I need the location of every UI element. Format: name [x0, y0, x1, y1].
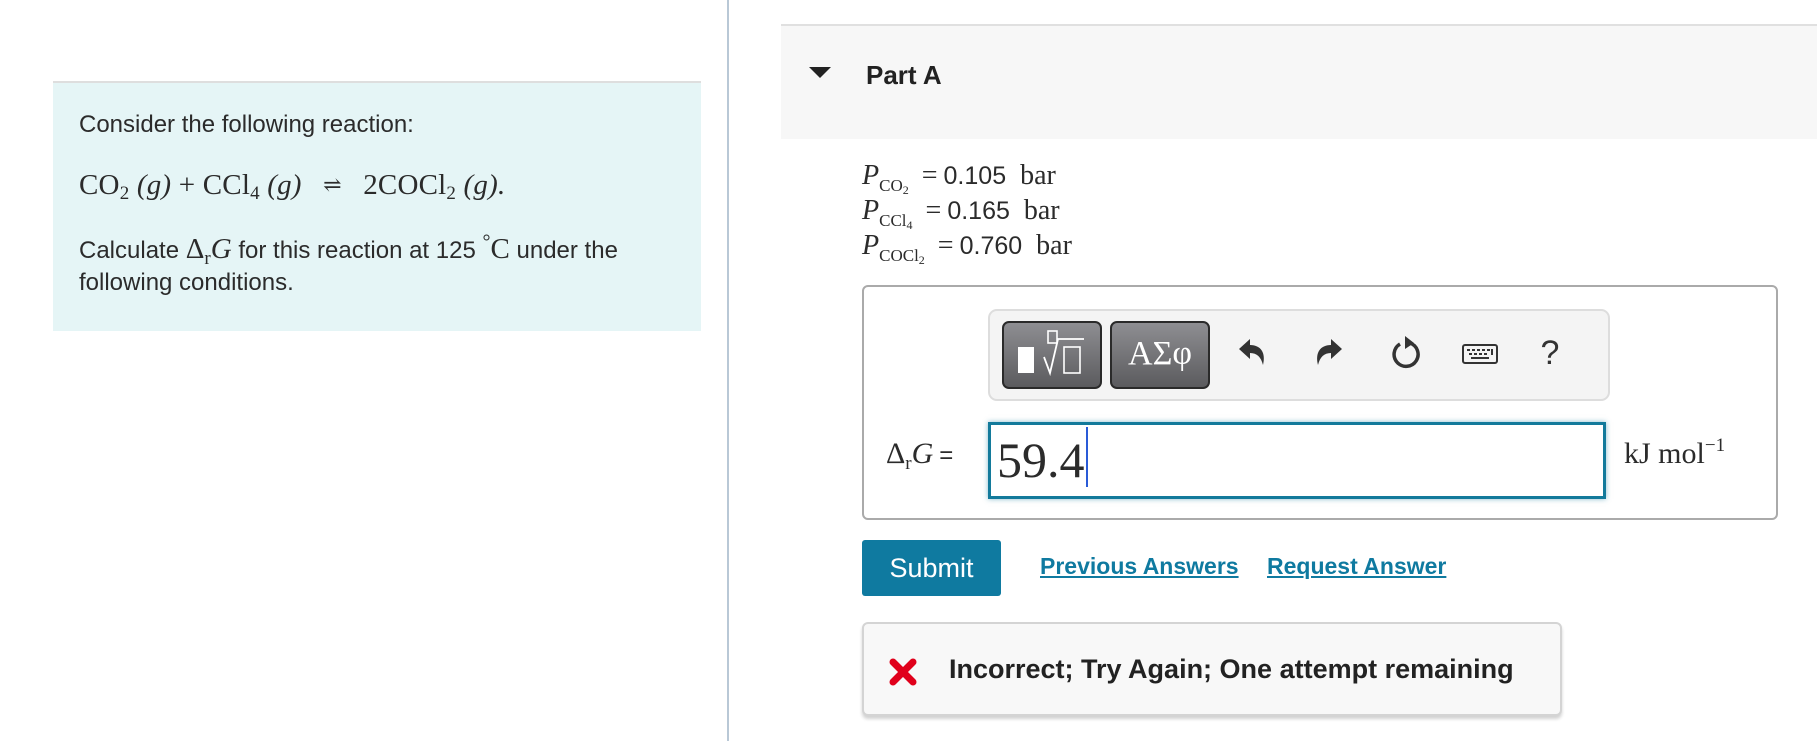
templates-button[interactable] [1002, 321, 1102, 389]
text-cursor [1085, 427, 1088, 487]
reaction-equation: CO2 (g) + CCl4 (g) ⇌ 2COCl2 (g). [79, 169, 675, 204]
celsius-symbol: C [490, 233, 510, 265]
answer-units: kJ mol−1 [1624, 435, 1726, 471]
reset-icon[interactable] [1386, 333, 1426, 373]
pressure-row: PCCl4 = 0.165 bar [862, 193, 1072, 231]
product-state: (g). [463, 169, 506, 201]
redo-icon[interactable] [1308, 333, 1348, 373]
calculate-instruction: Calculate ΔrG for this reaction at 125 °… [79, 232, 675, 299]
reactant-1-state: (g) [136, 169, 172, 201]
pressure-symbol: P [862, 195, 880, 226]
equals-sign: = [937, 230, 954, 261]
reactant-1-subscript: 2 [119, 183, 130, 204]
feedback-message-box: Incorrect; Try Again; One attempt remain… [862, 622, 1562, 716]
pressure-species: COCl2 [879, 246, 925, 267]
answer-value[interactable]: 59.4 [997, 432, 1085, 488]
calc-prefix: Calculate [79, 237, 180, 264]
units-exponent: −1 [1704, 435, 1726, 456]
species-subscript: 2 [918, 253, 925, 267]
units-text: kJ mol [1624, 437, 1705, 470]
pressure-symbol: P [862, 230, 880, 261]
incorrect-x-icon [889, 658, 917, 686]
delta-r-g: ΔrG [185, 233, 232, 268]
pressure-unit: bar [1023, 195, 1060, 226]
pressure-unit: bar [1036, 230, 1072, 261]
equals-sign: = [939, 442, 954, 469]
panel-divider[interactable] [727, 0, 729, 741]
reactant-2-state: (g) [267, 169, 302, 201]
part-title: Part A [866, 60, 942, 90]
equals-sign: = [925, 195, 942, 226]
undo-icon[interactable] [1233, 333, 1273, 373]
templates-icon [1018, 330, 1084, 377]
pressure-symbol: P [862, 160, 880, 191]
species-name: COCl [879, 246, 919, 265]
pressure-value: 0.105 [943, 162, 1007, 190]
temperature-unit: °C [482, 232, 509, 265]
pressure-value: 0.165 [947, 197, 1010, 225]
reactant-2-subscript: 4 [250, 183, 260, 204]
request-answer-link[interactable]: Request Answer [1267, 553, 1446, 580]
calc-middle: for this reaction at 125 [238, 237, 476, 264]
part-a-header[interactable]: Part A [781, 24, 1817, 139]
pressure-unit: bar [1020, 160, 1056, 191]
equilibrium-arrow-icon: ⇌ [323, 172, 342, 197]
equals-sign: = [921, 160, 938, 191]
pressure-value: 0.760 [959, 232, 1023, 260]
pressure-row: PCO2 = 0.105 bar [862, 158, 1072, 196]
help-icon[interactable]: ? [1530, 333, 1570, 373]
submit-button[interactable]: Submit [862, 540, 1001, 596]
g-symbol: G [210, 233, 232, 265]
caret-down-icon[interactable] [809, 67, 831, 78]
plus-sign: + [178, 169, 196, 201]
product: 2COCl [363, 169, 447, 201]
g-symbol: G [911, 437, 934, 470]
previous-answers-link[interactable]: Previous Answers [1040, 553, 1239, 580]
answer-box: ΑΣφ ? ΔrG = 59.4 kJ mol−1 [862, 285, 1778, 520]
symbols-button[interactable]: ΑΣφ [1110, 321, 1210, 389]
reactant-2: CCl [202, 169, 251, 201]
pressure-row: PCOCl2 = 0.760 bar [862, 228, 1072, 267]
intro-text: Consider the following reaction: [79, 111, 414, 138]
math-toolbar: ΑΣφ ? [988, 309, 1610, 401]
product-subscript: 2 [446, 183, 457, 204]
answer-input[interactable]: 59.4 [988, 422, 1606, 499]
reactant-1: CO [79, 169, 120, 201]
feedback-text: Incorrect; Try Again; One attempt remain… [949, 654, 1514, 684]
delta-symbol: Δ [185, 233, 205, 265]
delta-symbol: Δ [886, 437, 906, 470]
keyboard-icon[interactable] [1460, 333, 1500, 373]
pressure-conditions: PCO2 = 0.105 bar PCCl4 = 0.165 bar PCOCl2 … [862, 158, 1072, 267]
problem-intro: Consider the following reaction: CO2 (g)… [53, 81, 701, 331]
answer-label: ΔrG = [886, 437, 954, 473]
